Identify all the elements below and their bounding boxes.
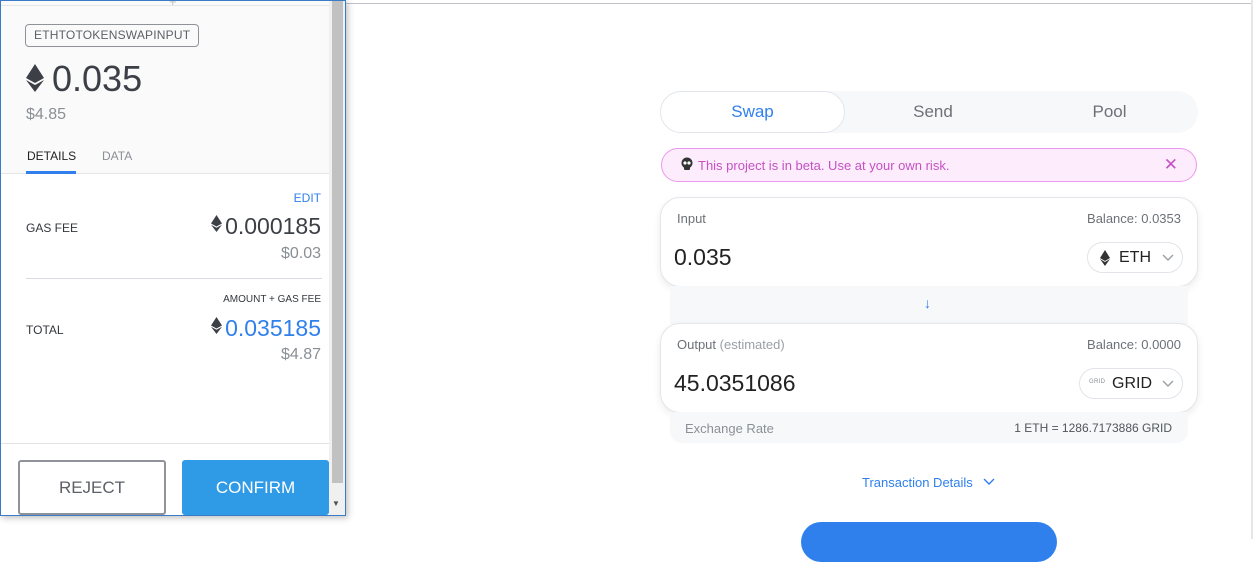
page-divider xyxy=(346,3,1253,4)
output-card: Output (estimated) Balance: 0.0000 45.03… xyxy=(660,323,1198,413)
output-token-symbol: GRID xyxy=(1112,375,1152,392)
input-amount-field[interactable]: 0.035 xyxy=(674,244,732,271)
edit-gas-link[interactable]: EDIT xyxy=(294,191,321,205)
active-tab-underline xyxy=(26,171,76,174)
transaction-amount-usd: $4.85 xyxy=(26,106,67,123)
swap-direction-bar: ↓ xyxy=(670,286,1188,324)
gas-fee-value: 0.000185 xyxy=(211,213,321,240)
divider xyxy=(26,278,322,279)
gas-fee-usd: $0.03 xyxy=(280,245,321,262)
output-label: Output (estimated) xyxy=(677,337,785,352)
wallet-confirm-popup: + ETHTOTOKENSWAPINPUT 0.035 $4.85 DETAIL… xyxy=(0,0,346,516)
tab-pool[interactable]: Pool xyxy=(1021,91,1198,133)
beta-banner: This project is in beta. Use at your own… xyxy=(661,148,1197,182)
chevron-down-icon xyxy=(1162,380,1174,387)
skull-icon xyxy=(681,157,693,170)
output-label-text: Output xyxy=(677,337,717,352)
gas-fee-label: GAS FEE xyxy=(26,221,79,235)
close-icon[interactable]: ✕ xyxy=(1164,156,1178,173)
tab-send[interactable]: Send xyxy=(845,91,1021,133)
confirm-button[interactable]: CONFIRM xyxy=(182,460,329,515)
arrow-down-icon[interactable]: ↓ xyxy=(924,295,931,311)
swap-button[interactable] xyxy=(801,522,1057,562)
exchange-rate-value: 1 ETH = 1286.7173886 GRID xyxy=(1014,421,1172,435)
method-badge: ETHTOTOKENSWAPINPUT xyxy=(25,24,200,47)
input-balance: Balance: 0.0353 xyxy=(1087,211,1181,226)
eth-icon xyxy=(211,317,223,334)
eth-icon xyxy=(211,215,223,232)
grid-token-logo: GRID xyxy=(1089,379,1106,385)
chevron-down-icon[interactable] xyxy=(983,478,995,486)
exchange-rate-row: Exchange Rate 1 ETH = 1286.7173886 GRID xyxy=(670,412,1188,443)
scrollbar-thumb[interactable] xyxy=(332,1,343,483)
chevron-down-icon xyxy=(1162,254,1174,261)
amount-plus-gas-label: AMOUNT + GAS FEE xyxy=(223,294,321,305)
eth-icon xyxy=(26,64,44,92)
tab-details[interactable]: DETAILS xyxy=(27,149,76,163)
beta-notice-text: This project is in beta. Use at your own… xyxy=(698,158,950,173)
total-label: TOTAL xyxy=(26,323,64,337)
input-token-symbol: ETH xyxy=(1119,249,1151,266)
total-usd: $4.87 xyxy=(280,346,321,363)
scroll-down-arrow-icon[interactable]: ▼ xyxy=(332,499,340,508)
input-card: Input Balance: 0.0353 0.035 ETH xyxy=(660,197,1198,287)
footer-divider xyxy=(1,443,329,444)
input-token-selector[interactable]: ETH xyxy=(1087,242,1183,273)
output-estimated-note: (estimated) xyxy=(719,337,785,352)
input-label: Input xyxy=(677,211,706,226)
gas-fee-amount: 0.000185 xyxy=(225,213,321,239)
total-value: 0.035185 xyxy=(211,315,321,342)
tab-data[interactable]: DATA xyxy=(102,149,132,163)
transaction-amount-value: 0.035 xyxy=(52,58,143,99)
transaction-details-toggle[interactable]: Transaction Details xyxy=(862,475,973,490)
swap-tabs: Swap Send Pool xyxy=(660,91,1198,133)
tab-swap[interactable]: Swap xyxy=(660,91,845,133)
output-amount-field[interactable]: 45.0351086 xyxy=(674,370,796,397)
output-token-selector[interactable]: GRID GRID xyxy=(1079,368,1183,399)
popup-header: ETHTOTOKENSWAPINPUT 0.035 $4.85 DETAILS … xyxy=(1,6,329,174)
reject-button[interactable]: REJECT xyxy=(18,460,166,515)
eth-icon xyxy=(1100,250,1110,266)
exchange-rate-label: Exchange Rate xyxy=(685,421,774,436)
total-amount: 0.035185 xyxy=(225,315,321,341)
output-balance: Balance: 0.0000 xyxy=(1087,337,1181,352)
